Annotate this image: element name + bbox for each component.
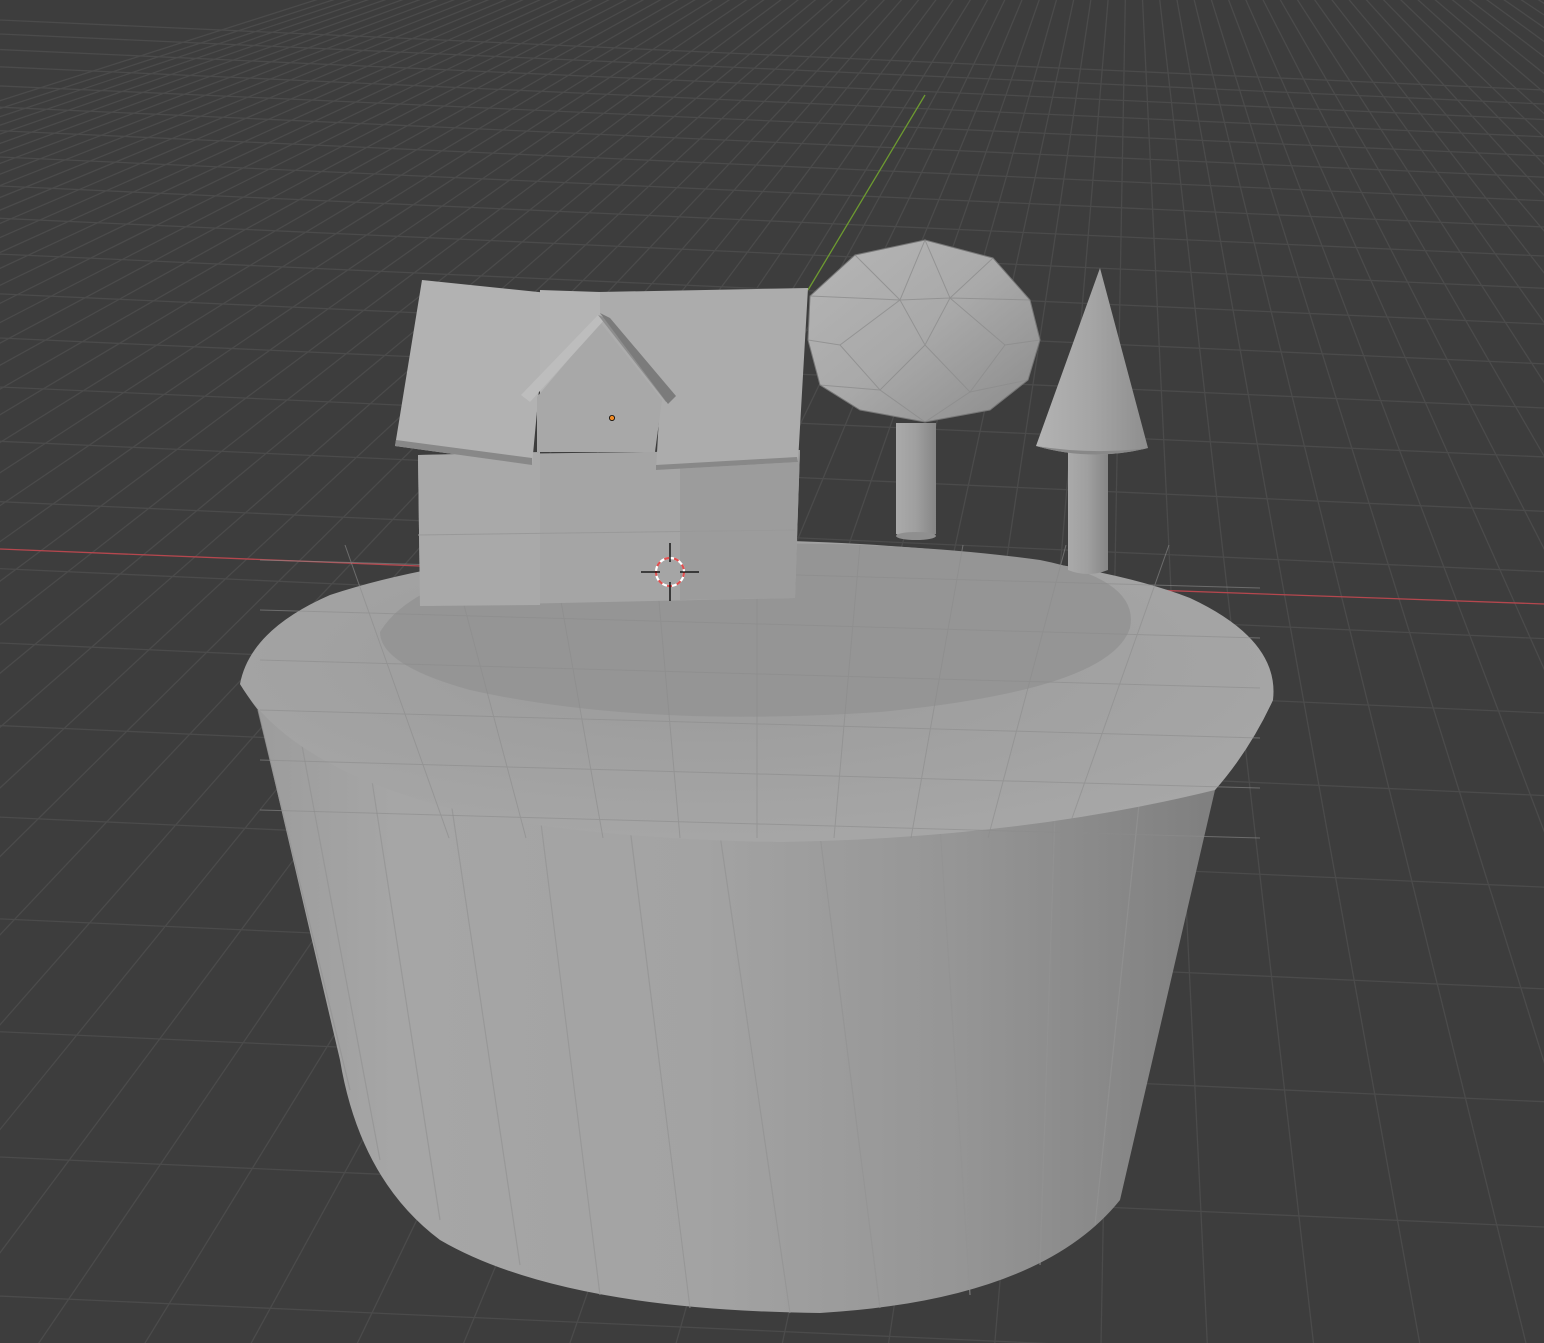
tree-round[interactable] [807, 238, 1041, 540]
3d-viewport[interactable] [0, 0, 1544, 1343]
base-cylinder[interactable] [240, 540, 1274, 1314]
origin-marker [609, 414, 616, 421]
house[interactable] [395, 280, 808, 606]
tree-cone[interactable] [1036, 268, 1148, 574]
